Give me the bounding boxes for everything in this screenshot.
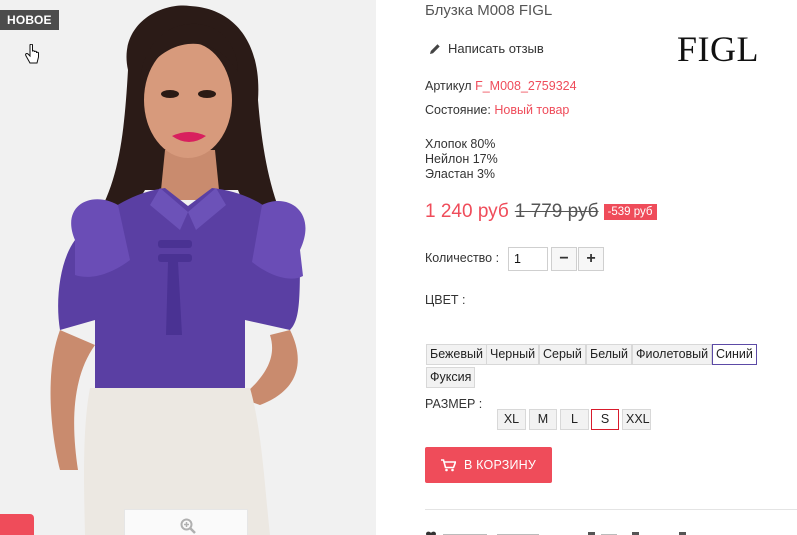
sku-row: Артикул F_M008_2759324 [425,79,577,93]
composition: Хлопок 80% Нейлон 17% Эластан 3% [425,137,498,182]
add-to-cart-label: В КОРЗИНУ [463,458,537,472]
sku-label: Артикул [425,79,472,93]
color-option-violet[interactable]: Фиолетовый [632,344,713,365]
hand-cursor-icon [25,44,39,64]
new-badge: НОВОЕ [0,10,59,30]
color-option-fuchsia[interactable]: Фуксия [426,367,476,388]
color-option-blue[interactable]: Синий [712,344,757,365]
color-options-row-1: Бежевый Черный Серый Белый Фиолетовый Си… [425,344,797,366]
quantity-minus-button[interactable]: − [551,247,577,271]
composition-line: Эластан 3% [425,167,496,181]
price-row: 1 240 руб 1 779 руб -539 руб [425,201,657,223]
size-option-l[interactable]: L [560,409,589,430]
condition-label: Состояние: [425,103,491,117]
add-to-cart-button[interactable]: В КОРЗИНУ [425,447,552,483]
product-info: Блузка M008 FIGL Написать отзыв FIGL Арт… [425,0,797,535]
sku-value: F_M008_2759324 [475,79,577,93]
size-option-xxl[interactable]: XXL [622,409,651,430]
old-price: 1 779 руб [514,201,599,222]
bottom-actions-partial [425,527,797,535]
color-option-white[interactable]: Белый [586,344,633,365]
pencil-icon [430,43,440,54]
condition-value: Новый товар [494,103,570,117]
color-label: ЦВЕТ : [425,293,466,307]
product-title: Блузка M008 FIGL [425,2,553,19]
zoom-button[interactable] [124,509,248,535]
bottom-actions-icons [426,531,686,535]
plus-icon: + [586,250,596,267]
color-option-grey[interactable]: Серый [539,344,586,365]
divider [425,509,797,510]
size-options: XL M L S XXL [425,409,797,431]
product-image [0,0,376,535]
brand-logo[interactable]: FIGL [677,28,759,70]
current-price: 1 240 руб [425,201,509,222]
minus-icon: − [559,250,569,267]
color-options-row-2: Фуксия [425,367,797,389]
composition-line: Нейлон 17% [425,152,498,166]
composition-line: Хлопок 80% [425,137,496,151]
corner-tag [0,514,34,535]
quantity-input[interactable] [508,247,548,271]
size-option-s[interactable]: S [591,409,619,430]
quantity-label: Количество : [425,251,500,265]
color-option-black[interactable]: Черный [486,344,540,365]
write-review-label: Написать отзыв [448,41,544,56]
size-option-m[interactable]: M [529,409,557,430]
discount-badge: -539 руб [603,204,657,220]
quantity-plus-button[interactable]: + [578,247,604,271]
color-option-beige[interactable]: Бежевый [426,344,487,365]
size-option-xl[interactable]: XL [497,409,526,430]
write-review-link[interactable]: Написать отзыв [429,41,544,56]
product-photo[interactable]: НОВОЕ [0,0,376,535]
condition-row: Состояние: Новый товар [425,103,569,117]
cart-icon [440,458,456,471]
zoom-in-icon [180,518,196,534]
